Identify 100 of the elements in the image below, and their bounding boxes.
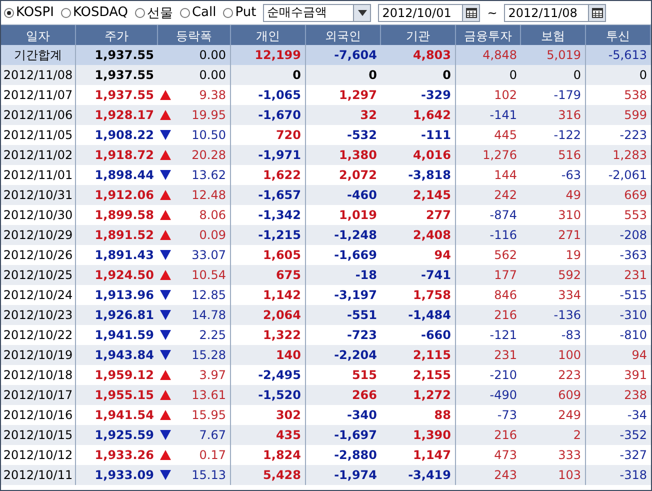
change-value: 9.38	[199, 88, 226, 102]
value-cell: 2,408	[381, 225, 456, 245]
value-cell: 1,380	[306, 145, 381, 165]
column-header: 개인	[231, 25, 306, 47]
value-cell: -318	[586, 465, 651, 485]
change-value: 8.06	[199, 208, 226, 222]
date-field[interactable]: 2012/10/01	[378, 4, 480, 22]
date-cell: 2012/10/25	[1, 265, 76, 285]
date-cell: 2012/10/17	[1, 385, 76, 405]
value-cell: 0	[456, 65, 521, 85]
value-cell: -5,613	[586, 45, 651, 65]
change-value: 12.48	[192, 188, 226, 202]
column-header: 주가	[76, 25, 158, 47]
value-cell: 1,642	[381, 105, 456, 125]
date-cell: 2012/10/16	[1, 405, 76, 425]
value-cell: 12,199	[231, 45, 306, 65]
market-radio[interactable]: KOSDAQ	[60, 5, 128, 20]
date-cell: 2012/11/01	[1, 165, 76, 185]
value-cell: 140	[231, 345, 306, 365]
value-cell: 4,803	[381, 45, 456, 65]
value-cell: 103	[521, 465, 586, 485]
value-cell: -1,670	[231, 105, 306, 125]
date-cell: 2012/11/02	[1, 145, 76, 165]
value-cell: -551	[306, 305, 381, 325]
value-cell: 0	[521, 65, 586, 85]
value-cell: 4,016	[381, 145, 456, 165]
market-radio[interactable]: Put	[223, 5, 256, 20]
value-cell: 231	[586, 265, 651, 285]
market-radio[interactable]: Call	[180, 5, 216, 20]
range-separator: ~	[487, 6, 498, 20]
price-cell: 1,926.81	[76, 305, 158, 325]
change-value: 0.17	[199, 448, 226, 462]
market-radio[interactable]: KOSPI	[4, 5, 54, 20]
date-cell: 2012/10/30	[1, 205, 76, 225]
change-value: 0.00	[199, 68, 226, 82]
date-cell: 2012/10/11	[1, 465, 76, 485]
column-header: 보험	[521, 25, 586, 47]
value-cell: 1,390	[381, 425, 456, 445]
market-radio[interactable]: 선물	[134, 4, 173, 22]
column-header: 투신	[586, 25, 651, 47]
value-cell: 49	[521, 185, 586, 205]
value-cell: 0	[306, 65, 381, 85]
value-cell: 94	[586, 345, 651, 365]
column-header: 외국인	[306, 25, 381, 47]
change-value: 15.95	[192, 408, 226, 422]
calendar-icon	[466, 8, 477, 18]
calendar-icon	[592, 8, 603, 18]
date-cell: 2012/10/12	[1, 445, 76, 465]
price-cell: 1,955.15	[76, 385, 158, 405]
value-cell: -3,419	[381, 465, 456, 485]
value-cell: 1,283	[586, 145, 651, 165]
change-value: 33.07	[192, 248, 226, 262]
change-value: 19.95	[192, 108, 226, 122]
measure-dropdown[interactable]: 순매수금액	[263, 4, 372, 22]
value-cell: -18	[306, 265, 381, 285]
date-cell: 2012/11/07	[1, 85, 76, 105]
value-cell: 216	[456, 425, 521, 445]
value-cell: 1,276	[456, 145, 521, 165]
value-cell: -1,657	[231, 185, 306, 205]
date-cell: 2012/10/29	[1, 225, 76, 245]
value-cell: 177	[456, 265, 521, 285]
change-value: 7.67	[199, 428, 226, 442]
change-value: 15.28	[192, 348, 226, 362]
change-value: 13.62	[192, 168, 226, 182]
date-field[interactable]: 2012/11/08	[504, 4, 606, 22]
value-cell: 100	[521, 345, 586, 365]
value-cell: 316	[521, 105, 586, 125]
price-cell: 1,933.09	[76, 465, 158, 485]
change-value: 14.78	[192, 308, 226, 322]
value-cell: -1,971	[231, 145, 306, 165]
price-cell: 1,891.52	[76, 225, 158, 245]
value-cell: 243	[456, 465, 521, 485]
date-cell: 2012/11/05	[1, 125, 76, 145]
value-cell: 599	[586, 105, 651, 125]
value-cell: 435	[231, 425, 306, 445]
value-cell: 271	[521, 225, 586, 245]
change-value: 0.00	[199, 48, 226, 62]
column-header: 일자	[1, 25, 76, 47]
date-cell: 2012/10/31	[1, 185, 76, 205]
change-value: 20.28	[192, 148, 226, 162]
value-cell: -1,484	[381, 305, 456, 325]
value-cell: -1,697	[306, 425, 381, 445]
date-cell: 기간합계	[1, 45, 76, 65]
change-value: 15.13	[192, 468, 226, 482]
value-cell: 32	[306, 105, 381, 125]
change-value: 0.09	[199, 228, 226, 242]
value-cell: -141	[456, 105, 521, 125]
date-cell: 2012/10/22	[1, 325, 76, 345]
value-cell: -208	[586, 225, 651, 245]
date-cell: 2012/10/18	[1, 365, 76, 385]
value-cell: 5,019	[521, 45, 586, 65]
price-cell: 1,924.50	[76, 265, 158, 285]
column-header: 등락폭	[158, 25, 231, 47]
price-cell: 1,925.59	[76, 425, 158, 445]
change-value: 10.54	[192, 268, 226, 282]
change-value: 13.61	[192, 388, 226, 402]
value-cell: 516	[521, 145, 586, 165]
date-cell: 2012/10/15	[1, 425, 76, 445]
column-header: 금융투자	[456, 25, 521, 47]
value-cell: -2,204	[306, 345, 381, 365]
